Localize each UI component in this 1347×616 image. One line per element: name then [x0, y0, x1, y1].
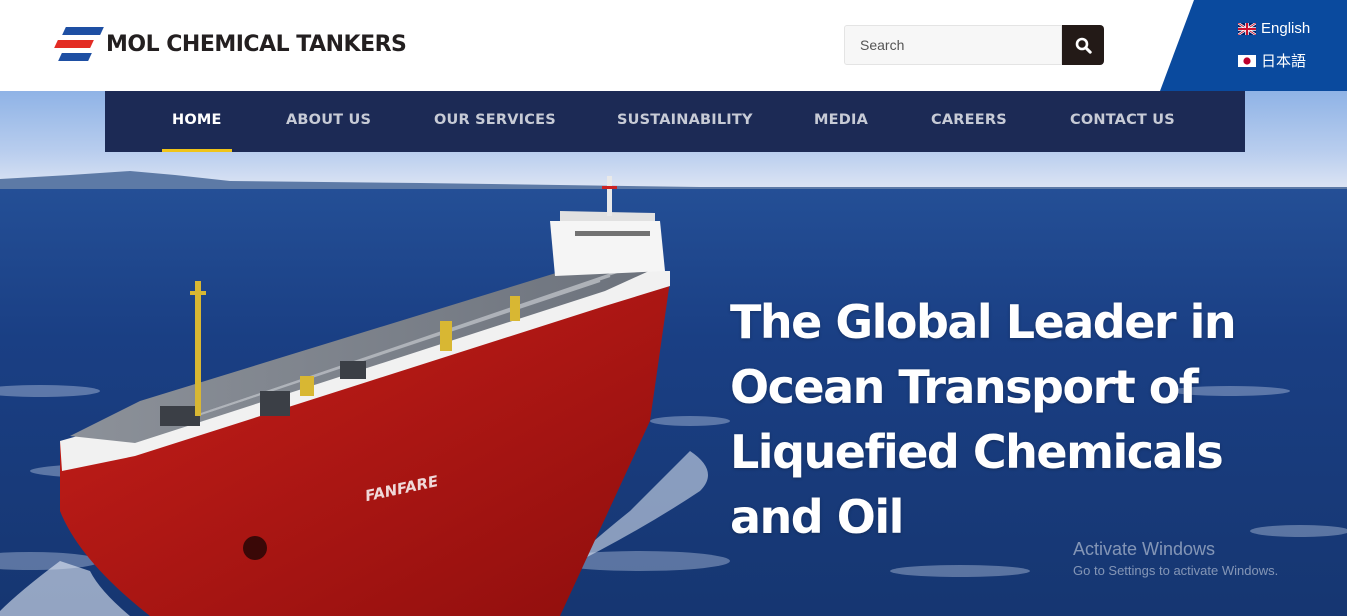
language-english[interactable]: English: [1238, 20, 1310, 37]
nav-careers[interactable]: CAREERS: [931, 91, 1007, 152]
japan-flag-icon: [1238, 54, 1256, 67]
tagline-line-1: The Global Leader in: [730, 295, 1237, 349]
language-switcher: English 日本語: [1160, 0, 1347, 91]
watermark-subtitle: Go to Settings to activate Windows.: [1073, 563, 1279, 578]
site-header: MOL CHEMICAL TANKERS English: [0, 0, 1347, 91]
language-english-label: English: [1261, 20, 1311, 37]
nav-contact-us[interactable]: CONTACT US: [1070, 91, 1175, 152]
windows-activation-watermark: Activate Windows Go to Settings to activ…: [1073, 538, 1278, 580]
watermark-title: Activate Windows: [1073, 539, 1216, 559]
hero-tagline: The Global Leader in Ocean Transport of …: [730, 290, 1250, 550]
nav-home[interactable]: HOME: [162, 91, 232, 152]
nav-media[interactable]: MEDIA: [814, 91, 868, 152]
tagline-line-2: Ocean Transport of: [730, 360, 1199, 414]
nav-our-services[interactable]: OUR SERVICES: [434, 91, 556, 152]
uk-flag-icon: [1238, 22, 1256, 35]
tagline-line-3: Liquefied Chemicals: [730, 425, 1224, 479]
main-navigation: HOME ABOUT US OUR SERVICES SUSTAINABILIT…: [105, 91, 1245, 152]
search-input[interactable]: [844, 25, 1062, 65]
site-logo[interactable]: MOL CHEMICAL TANKERS: [50, 24, 407, 64]
logo-text: MOL CHEMICAL TANKERS: [106, 31, 407, 57]
search-button[interactable]: [1062, 25, 1104, 65]
nav-about-us[interactable]: ABOUT US: [286, 91, 371, 152]
search-icon: [1075, 37, 1092, 54]
language-japanese-label: 日本語: [1261, 53, 1307, 70]
nav-sustainability[interactable]: SUSTAINABILITY: [617, 91, 753, 152]
search-bar: [844, 25, 1104, 65]
language-japanese[interactable]: 日本語: [1238, 50, 1306, 71]
logo-icon: [50, 26, 104, 62]
